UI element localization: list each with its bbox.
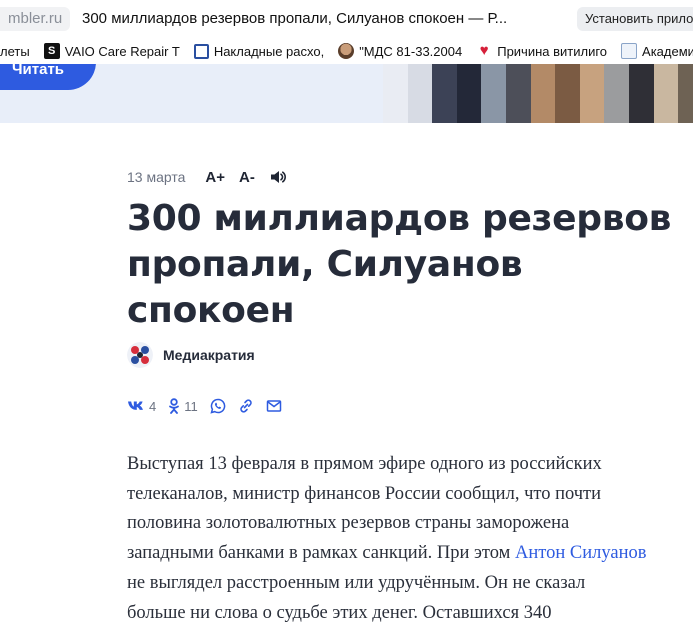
page-tab-title: 300 миллиардов резервов пропали, Силуано… bbox=[82, 10, 508, 27]
vk-icon bbox=[128, 401, 143, 410]
bookmark-item[interactable]: Накладные расхо, bbox=[193, 43, 325, 59]
font-decrease-button[interactable]: A- bbox=[239, 169, 255, 186]
bookmark-item[interactable]: "МДС 81-33.2004 bbox=[338, 43, 462, 59]
article-headline: 300 миллиардов резервов пропали, Силуано… bbox=[127, 196, 693, 334]
article-meta: 13 марта A+ A- bbox=[127, 167, 287, 187]
o-icon bbox=[193, 43, 209, 59]
headline-line: спокоен bbox=[127, 290, 295, 331]
body-line-text: западными банками в рамках санкций. При … bbox=[127, 543, 515, 564]
share-ok-button[interactable]: 11 bbox=[168, 398, 198, 414]
link-icon bbox=[239, 399, 252, 413]
document-icon bbox=[621, 43, 638, 59]
body-line: западными банками в рамках санкций. При … bbox=[127, 539, 693, 569]
bookmark-item[interactable]: S VAIO Care Repair T bbox=[43, 43, 180, 59]
browser-top-bar: mbler.ru 300 миллиардов резервов пропали… bbox=[0, 0, 693, 38]
headline-line: пропали, Силуанов bbox=[127, 244, 523, 285]
avatar-icon bbox=[338, 43, 355, 59]
speaker-icon[interactable] bbox=[269, 168, 287, 186]
bookmark-label: Причина витилиго bbox=[497, 43, 608, 59]
body-line: больше ни слова о судьбе этих денег. Ост… bbox=[127, 602, 552, 623]
mail-icon bbox=[266, 400, 281, 412]
font-increase-button[interactable]: A+ bbox=[205, 169, 225, 186]
copy-link-button[interactable] bbox=[238, 398, 254, 414]
body-line: половина золотовалютных резервов страны … bbox=[127, 513, 570, 534]
body-line: Выступая 13 февраля в прямом эфире одног… bbox=[127, 454, 602, 474]
author-logo-icon bbox=[127, 342, 153, 368]
author-name: Медиакратия bbox=[163, 347, 255, 363]
share-whatsapp-button[interactable] bbox=[210, 398, 226, 414]
odnoklassniki-icon bbox=[169, 398, 180, 414]
address-bar[interactable]: mbler.ru bbox=[0, 7, 71, 31]
vk-share-count: 4 bbox=[149, 398, 157, 414]
body-line: не выглядел расстроенным или удручённым.… bbox=[127, 572, 586, 593]
article-date: 13 марта bbox=[127, 169, 186, 185]
share-vk-button[interactable]: 4 bbox=[127, 399, 156, 414]
bookmark-label: Накладные расхо, bbox=[213, 43, 325, 59]
article-body: Выступая 13 февраля в прямом эфире одног… bbox=[127, 450, 693, 625]
share-email-button[interactable] bbox=[266, 399, 282, 413]
bookmark-item[interactable]: леты bbox=[0, 44, 30, 59]
bookmarks-bar: леты S VAIO Care Repair T Накладные расх… bbox=[0, 38, 693, 64]
read-button[interactable]: Читать bbox=[0, 64, 96, 90]
s-icon: S bbox=[43, 43, 60, 59]
headline-line: 300 миллиардов резервов bbox=[127, 198, 672, 239]
bookmark-item[interactable]: Академия де bbox=[621, 43, 693, 59]
ok-share-count: 11 bbox=[184, 398, 198, 414]
clothes-rack-image bbox=[383, 64, 693, 123]
bookmark-label: "МДС 81-33.2004 bbox=[359, 43, 463, 59]
bookmark-item[interactable]: ♥ Причина витилиго bbox=[476, 43, 607, 59]
bookmark-label: леты bbox=[0, 43, 30, 59]
bookmark-label: Академия де bbox=[642, 43, 693, 59]
bookmark-label: VAIO Care Repair T bbox=[64, 43, 180, 59]
install-app-button[interactable]: Установить прило bbox=[577, 7, 693, 31]
body-line: телеканалов, министр финансов России соо… bbox=[127, 483, 602, 504]
person-link[interactable]: Антон Силуанов bbox=[515, 543, 646, 563]
heart-icon: ♥ bbox=[479, 42, 489, 59]
share-bar: 4 11 bbox=[127, 397, 294, 415]
promo-banner: Читать bbox=[0, 64, 693, 123]
article-author[interactable]: Медиакратия bbox=[127, 342, 255, 368]
whatsapp-icon bbox=[210, 398, 226, 414]
